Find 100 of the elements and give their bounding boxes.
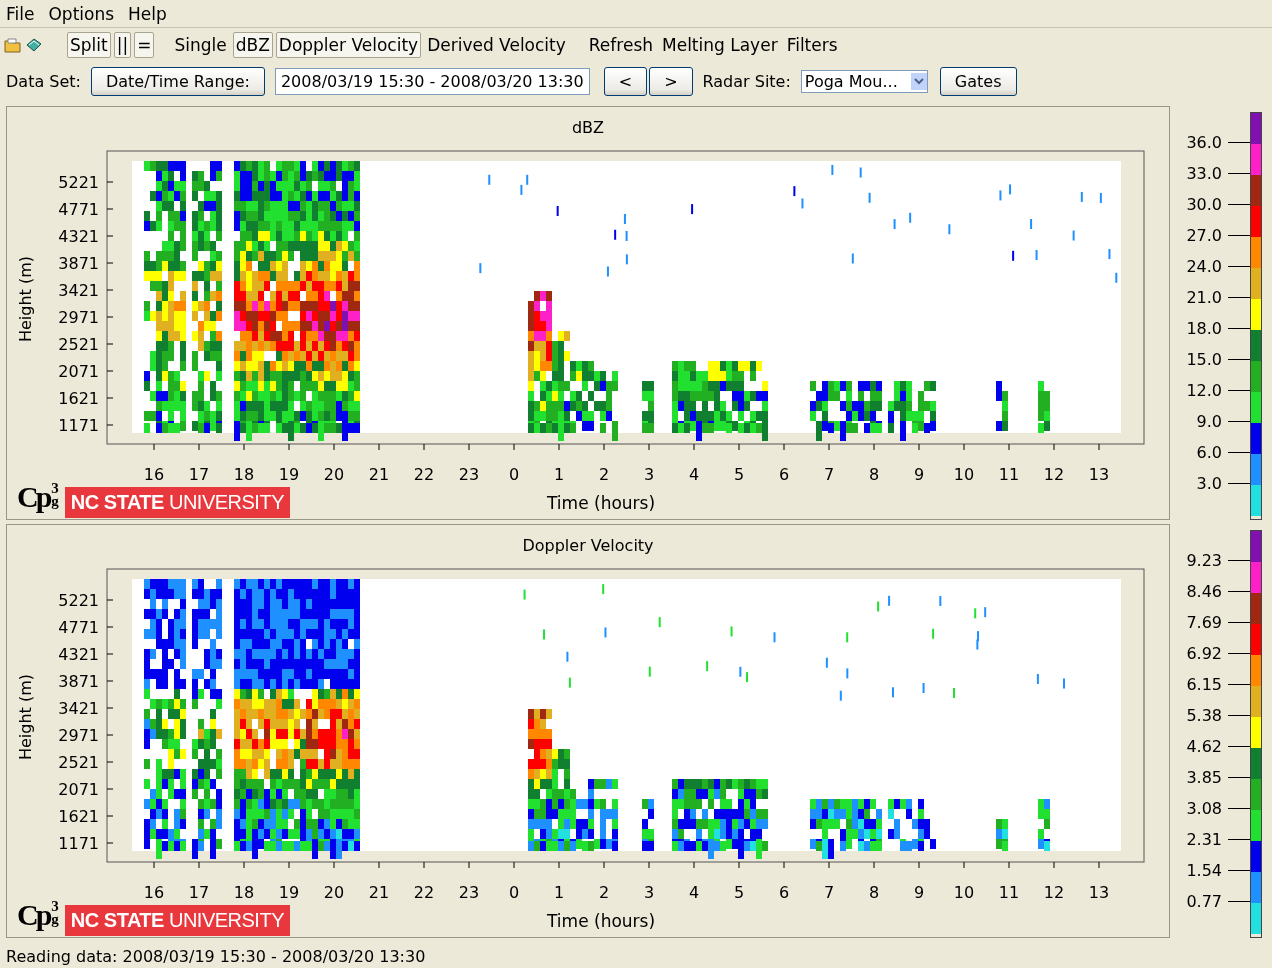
date-range-field[interactable]: 2008/03/19 15:30 - 2008/03/20 13:30 [274, 67, 590, 95]
axis-label: Height (m) [16, 255, 35, 342]
axis-tick-label: 23 [458, 882, 480, 902]
axis-tick-label: 21 [368, 464, 390, 484]
field-label: Radar Site: [702, 71, 791, 91]
axis-tick-label: 10 [953, 882, 975, 902]
colorbar-label: 15.0 [1186, 350, 1222, 369]
axis-tick-label: 9 [913, 464, 925, 484]
axis-tick-label: 4 [688, 464, 700, 484]
colorbar-label: 18.0 [1186, 319, 1222, 338]
colorbar-label: 5.38 [1186, 706, 1222, 725]
date-range-button[interactable]: Date/Time Range: [90, 66, 265, 96]
axis-tick-label: 2971 [58, 725, 99, 745]
axis-tick-label: 4771 [58, 199, 99, 219]
axis-tick-label: 0 [508, 464, 520, 484]
axis-tick-label: 22 [413, 464, 435, 484]
axis-tick-label: 2521 [58, 334, 99, 354]
toolbar-toggle[interactable]: dBZ [232, 32, 273, 58]
axis-tick-label: 7 [823, 464, 835, 484]
toolbar-toggle[interactable]: Filters [783, 32, 841, 58]
axis-tick-label: 18 [233, 882, 255, 902]
colorbar-label: 8.46 [1186, 582, 1222, 601]
axis-tick-label: 16 [143, 882, 165, 902]
axis-tick-label: 6 [778, 882, 790, 902]
colorbar-label: 6.0 [1196, 443, 1222, 462]
axis-tick-label: 1171 [58, 415, 99, 435]
university-banner: NC STATE UNIVERSITY [64, 487, 290, 519]
menu-item[interactable]: Options [48, 3, 115, 24]
axis-tick-label: 19 [278, 882, 300, 902]
folder-icon[interactable] [4, 36, 22, 54]
axis-tick-label: 8 [868, 464, 880, 484]
axis-label: Height (m) [16, 673, 35, 760]
colorbar-label: 3.85 [1186, 768, 1222, 787]
axis-tick-label: 1 [553, 464, 565, 484]
axis-tick-label: 1621 [58, 806, 99, 826]
axis-tick-label: 9 [913, 882, 925, 902]
axis-tick-label: 8 [868, 882, 880, 902]
axis-tick-label: 2971 [58, 307, 99, 327]
axis-tick-label: 4321 [58, 644, 99, 664]
colorbar-label: 1.54 [1186, 861, 1222, 880]
axis-tick-label: 23 [458, 464, 480, 484]
axis-tick-label: 5 [733, 882, 745, 902]
axis-tick-label: 2 [598, 464, 610, 484]
radar-site-dropdown[interactable]: Poga Mou... [800, 69, 928, 93]
axis-tick-label: 1171 [58, 833, 99, 853]
axis-tick-label: 1621 [58, 388, 99, 408]
field-label: Data Set: [6, 71, 81, 91]
axis-tick-label: 20 [323, 882, 345, 902]
axis-tick-label: 3 [643, 882, 655, 902]
axis-tick-label: 20 [323, 464, 345, 484]
toolbar-toggle[interactable]: Doppler Velocity [275, 32, 422, 58]
axis-tick-label: 5 [733, 464, 745, 484]
toolbar-toggle[interactable]: Refresh [585, 32, 656, 58]
colorbar-label: 3.0 [1196, 474, 1222, 493]
colorbar-label: 6.92 [1186, 644, 1222, 663]
axis-tick-label: 12 [1043, 882, 1065, 902]
colorbar-label: 24.0 [1186, 257, 1222, 276]
axis-tick-label: 16 [143, 464, 165, 484]
axis-tick-label: 17 [188, 464, 210, 484]
axis-tick-label: 3 [643, 464, 655, 484]
colorbar-label: 12.0 [1186, 381, 1222, 400]
axis-label: Time (hours) [547, 911, 656, 932]
colorbar-label: 0.77 [1186, 892, 1222, 911]
axis-tick-label: 2521 [58, 752, 99, 772]
previous-button[interactable]: < [603, 66, 648, 96]
status-text: Reading data: 2008/03/19 15:30 - 2008/03/20 13:30 [5, 945, 427, 968]
menu-item[interactable]: File [6, 3, 35, 24]
chart-title: dBZ [571, 118, 605, 138]
colorbar-label: 3.08 [1186, 799, 1222, 818]
axis-tick-label: 3871 [58, 253, 99, 273]
colorbar-label: 6.15 [1186, 675, 1222, 694]
axis-tick-label: 5221 [58, 172, 99, 192]
toolbar-toggle[interactable]: Single [171, 32, 230, 58]
axis-tick-label: 21 [368, 882, 390, 902]
colorbar-label: 33.0 [1186, 164, 1222, 183]
axis-tick-label: 11 [998, 882, 1020, 902]
toolbar-toggle[interactable]: Derived Velocity [424, 32, 569, 58]
axis-tick-label: 4321 [58, 226, 99, 246]
axis-tick-label: 11 [998, 464, 1020, 484]
axis-tick-label: 6 [778, 464, 790, 484]
axis-tick-label: 4 [688, 882, 700, 902]
axis-tick-label: 10 [953, 464, 975, 484]
colorbar-label: 21.0 [1186, 288, 1222, 307]
axis-tick-label: 7 [823, 882, 835, 902]
menu-item[interactable]: Help [128, 3, 167, 24]
axis-tick-label: 0 [508, 882, 520, 902]
axis-tick-label: 13 [1088, 464, 1110, 484]
toolbar-toggle[interactable]: Melting Layer [659, 32, 781, 58]
toolbar-toggle[interactable]: Split [67, 32, 111, 58]
university-banner: NC STATE UNIVERSITY [64, 905, 290, 937]
colorbar-label: 27.0 [1186, 226, 1222, 245]
toolbar-toggle[interactable]: = [134, 32, 155, 58]
colorbar-label: 9.23 [1186, 551, 1222, 570]
toolbar-toggle[interactable]: || [113, 32, 132, 58]
axis-tick-label: 18 [233, 464, 255, 484]
next-button[interactable]: > [649, 66, 693, 96]
axis-tick-label: 4771 [58, 617, 99, 637]
gates-button[interactable]: Gates [939, 66, 1017, 96]
axis-tick-label: 3421 [58, 698, 99, 718]
axis-tick-label: 5221 [58, 590, 99, 610]
